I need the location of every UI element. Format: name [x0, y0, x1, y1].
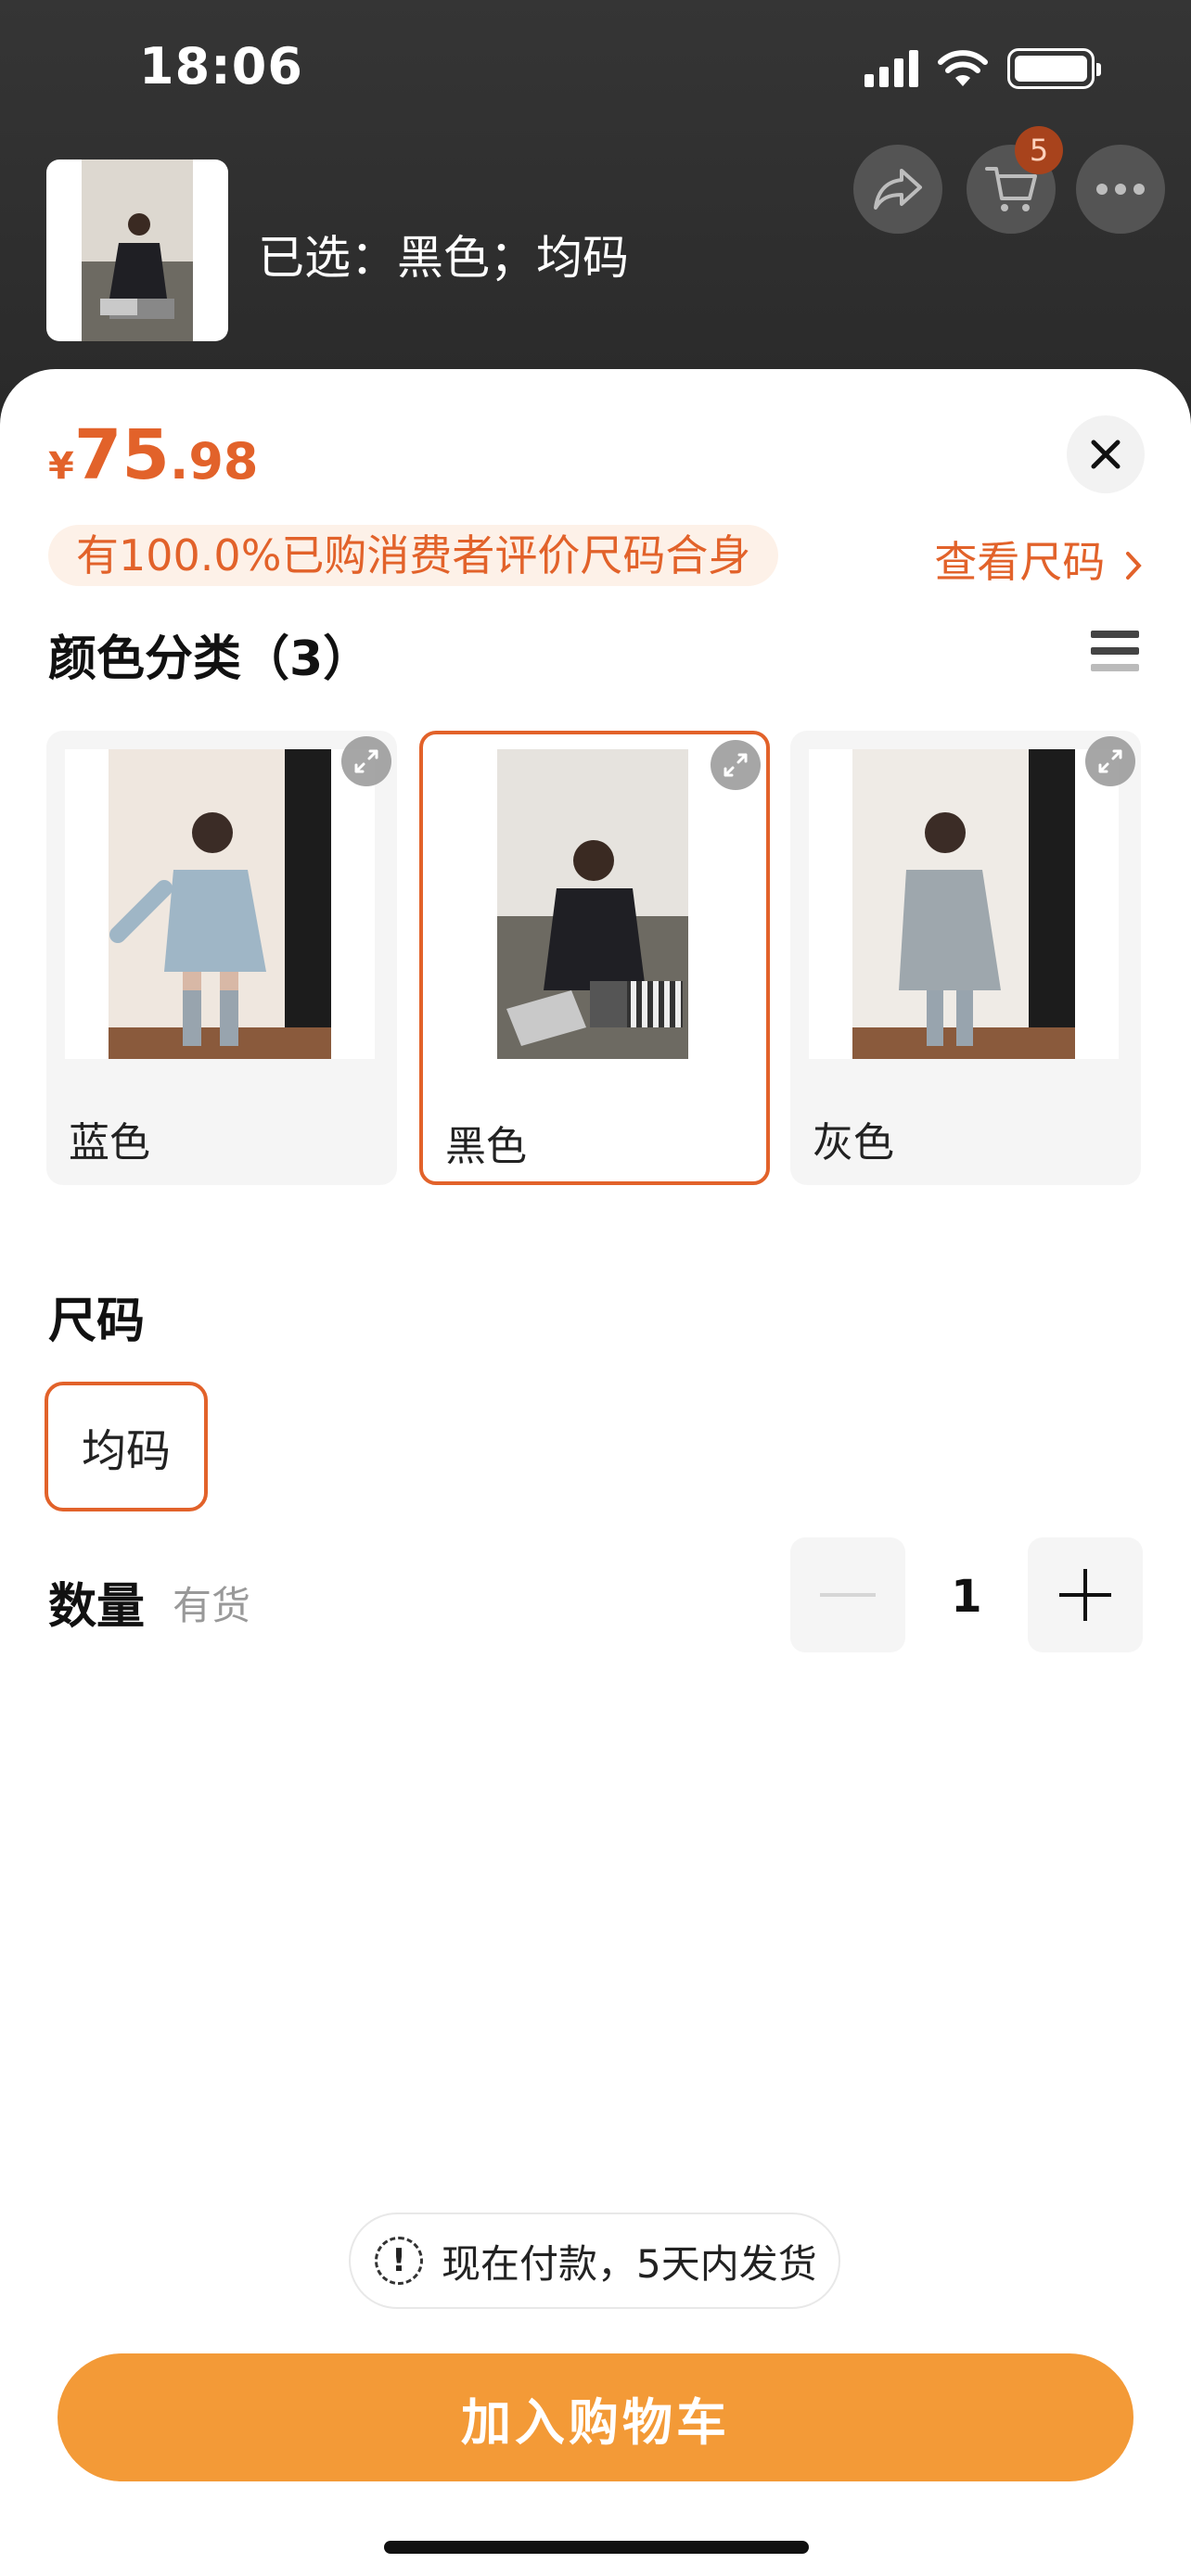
color-option-blue[interactable]: 蓝色 [46, 731, 397, 1185]
product-photo-gray [852, 749, 1075, 1059]
quantity-decrement-button[interactable] [790, 1537, 905, 1652]
quantity-value[interactable]: 1 [939, 1571, 994, 1623]
product-photo-blue [109, 749, 331, 1059]
shipping-notice-text: 现在付款，5天内发货 [442, 2240, 817, 2287]
signal-icon [864, 50, 918, 87]
battery-icon [1007, 48, 1101, 89]
color-label: 蓝色 [69, 1119, 150, 1167]
price: ¥75.98 [48, 415, 259, 495]
size-chart-link[interactable]: 查看尺码 [934, 529, 1143, 590]
product-photo-black [497, 749, 688, 1059]
cart-count-badge: 5 [1015, 126, 1063, 174]
more-dots-icon [1096, 184, 1145, 195]
minus-icon [820, 1593, 876, 1597]
close-icon [1091, 440, 1121, 469]
size-fit-notice: 有100.0%已购消费者评价尺码合身 [48, 525, 779, 586]
share-icon [874, 169, 922, 210]
list-view-toggle-icon[interactable] [1091, 631, 1139, 681]
sku-selector-screen: 18:06 5 已选：黑色；均码 ¥75.98 有100.0%已购消费者评价尺码… [0, 0, 1191, 2576]
status-time: 18:06 [139, 37, 303, 96]
color-section-title: 颜色分类（3） [48, 631, 372, 687]
color-label: 黑色 [445, 1123, 527, 1170]
add-to-cart-button[interactable]: 加入购物车 [58, 2353, 1133, 2481]
price-currency: ¥ [48, 445, 74, 488]
chevron-right-icon [1126, 551, 1142, 580]
price-decimal: .98 [169, 432, 259, 491]
status-icons [864, 48, 1101, 89]
home-indicator [384, 2541, 809, 2554]
close-button[interactable] [1067, 415, 1145, 493]
color-label: 灰色 [813, 1119, 894, 1167]
selected-product-thumbnail[interactable] [46, 159, 228, 341]
color-image [438, 749, 748, 1059]
wifi-icon [938, 50, 988, 86]
quantity-increment-button[interactable] [1028, 1537, 1143, 1652]
color-option-black[interactable]: 黑色 [419, 731, 770, 1185]
product-photo-black [82, 159, 193, 341]
expand-icon[interactable] [1085, 736, 1135, 786]
size-chart-label: 查看尺码 [934, 537, 1106, 587]
expand-icon[interactable] [711, 740, 761, 790]
more-button[interactable] [1076, 145, 1165, 234]
sku-sheet: ¥75.98 有100.0%已购消费者评价尺码合身 查看尺码 颜色分类（3） 蓝… [0, 369, 1191, 2576]
expand-icon[interactable] [341, 736, 391, 786]
plus-icon [1059, 1569, 1111, 1621]
stock-status: 有货 [173, 1583, 251, 1628]
selected-variant-label: 已选：黑色；均码 [258, 231, 629, 285]
color-option-gray[interactable]: 灰色 [790, 731, 1141, 1185]
share-button[interactable] [853, 145, 942, 234]
cart-button[interactable]: 5 [967, 126, 1063, 234]
size-option-one-size[interactable]: 均码 [45, 1382, 208, 1511]
shipping-notice: ! 现在付款，5天内发货 [349, 2213, 840, 2309]
info-icon: ! [375, 2237, 423, 2285]
quantity-label: 数量 [48, 1579, 146, 1635]
price-integer: 75 [73, 415, 170, 495]
size-section-title: 尺码 [48, 1294, 146, 1349]
color-image [65, 749, 375, 1059]
color-image [809, 749, 1119, 1059]
